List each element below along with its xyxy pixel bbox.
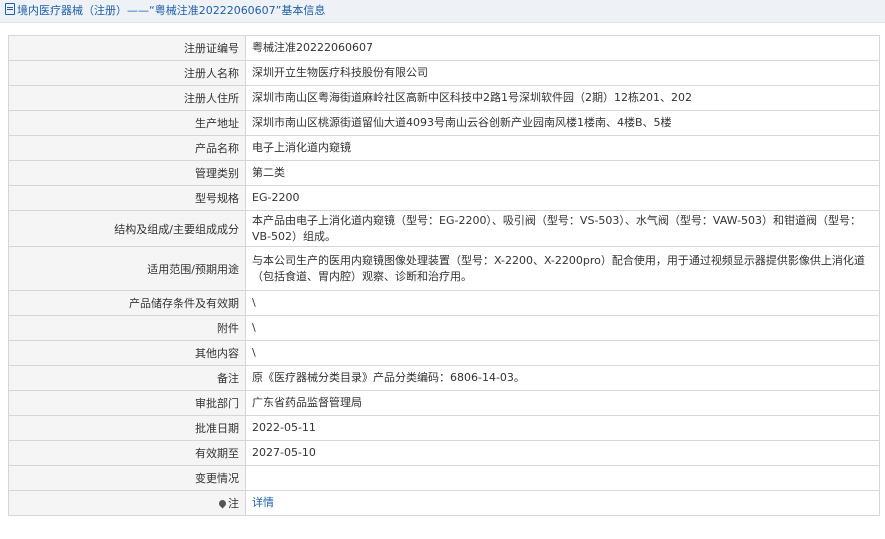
row-value-product-name: 电子上消化道内窥镜 <box>245 135 880 161</box>
row-value-other: \ <box>245 340 880 366</box>
page-header: 境内医疗器械（注册）——“粤械注准20222060607”基本信息 <box>0 0 885 23</box>
row-label-remark: 备注 <box>8 365 246 391</box>
row-value-management-class: 第二类 <box>245 160 880 186</box>
table-row: 注册人住所 深圳市南山区粤海街道麻岭社区高新中区科技中2路1号深圳软件园（2期）… <box>8 85 880 111</box>
row-value-registrant-name: 深圳开立生物医疗科技股份有限公司 <box>245 60 880 86</box>
row-label-note: 注 <box>8 490 246 516</box>
table-row: 注册证编号 粤械注准20222060607 <box>8 35 880 61</box>
row-label-changes: 变更情况 <box>8 465 246 491</box>
row-value-changes <box>245 465 880 491</box>
row-label-attachment: 附件 <box>8 315 246 341</box>
row-label-other: 其他内容 <box>8 340 246 366</box>
pin-icon <box>217 498 228 509</box>
row-label-intended-use: 适用范围/预期用途 <box>8 246 246 291</box>
info-table: 注册证编号 粤械注准20222060607 注册人名称 深圳开立生物医疗科技股份… <box>8 35 880 516</box>
table-row: 生产地址 深圳市南山区桃源街道留仙大道4093号南山云谷创新产业园南风楼1楼南、… <box>8 110 880 136</box>
page-title: 境内医疗器械（注册）——“粤械注准20222060607”基本信息 <box>17 4 326 17</box>
table-row: 注册人名称 深圳开立生物医疗科技股份有限公司 <box>8 60 880 86</box>
row-label-storage: 产品储存条件及有效期 <box>8 290 246 316</box>
document-icon <box>5 3 15 15</box>
row-value-note: 详情 <box>245 490 880 516</box>
table-row: 适用范围/预期用途 与本公司生产的医用内窥镜图像处理装置（型号：X-2200、X… <box>8 246 880 291</box>
row-label-management-class: 管理类别 <box>8 160 246 186</box>
row-label-model-spec: 型号规格 <box>8 185 246 211</box>
table-row: 结构及组成/主要组成成分 本产品由电子上消化道内窥镜（型号：EG-2200）、吸… <box>8 210 880 247</box>
row-value-structure: 本产品由电子上消化道内窥镜（型号：EG-2200）、吸引阀（型号：VS-503）… <box>245 210 880 247</box>
row-value-registration-no: 粤械注准20222060607 <box>245 35 880 61</box>
row-value-storage: \ <box>245 290 880 316</box>
row-value-registrant-address: 深圳市南山区粤海街道麻岭社区高新中区科技中2路1号深圳软件园（2期）12栋201… <box>245 85 880 111</box>
table-row: 管理类别 第二类 <box>8 160 880 186</box>
table-row: 有效期至 2027-05-10 <box>8 440 880 466</box>
row-label-registration-no: 注册证编号 <box>8 35 246 61</box>
table-row: 产品名称 电子上消化道内窥镜 <box>8 135 880 161</box>
row-value-production-address: 深圳市南山区桃源街道留仙大道4093号南山云谷创新产业园南风楼1楼南、4楼B、5… <box>245 110 880 136</box>
table-row: 备注 原《医疗器械分类目录》产品分类编码：6806-14-03。 <box>8 365 880 391</box>
row-label-structure: 结构及组成/主要组成成分 <box>8 210 246 247</box>
detail-link[interactable]: 详情 <box>252 496 274 509</box>
row-label-approval-dept: 审批部门 <box>8 390 246 416</box>
row-label-registrant-address: 注册人住所 <box>8 85 246 111</box>
table-row: 附件 \ <box>8 315 880 341</box>
table-row: 注 详情 <box>8 490 880 516</box>
row-value-approval-dept: 广东省药品监督管理局 <box>245 390 880 416</box>
row-value-valid-until: 2027-05-10 <box>245 440 880 466</box>
table-row: 产品储存条件及有效期 \ <box>8 290 880 316</box>
table-row: 型号规格 EG-2200 <box>8 185 880 211</box>
table-row: 审批部门 广东省药品监督管理局 <box>8 390 880 416</box>
row-value-remark: 原《医疗器械分类目录》产品分类编码：6806-14-03。 <box>245 365 880 391</box>
table-row: 变更情况 <box>8 465 880 491</box>
row-label-approval-date: 批准日期 <box>8 415 246 441</box>
note-label: 注 <box>228 497 239 510</box>
row-value-model-spec: EG-2200 <box>245 185 880 211</box>
table-row: 其他内容 \ <box>8 340 880 366</box>
row-value-intended-use: 与本公司生产的医用内窥镜图像处理装置（型号：X-2200、X-2200pro）配… <box>245 246 880 291</box>
row-label-registrant-name: 注册人名称 <box>8 60 246 86</box>
row-value-approval-date: 2022-05-11 <box>245 415 880 441</box>
row-value-attachment: \ <box>245 315 880 341</box>
row-label-production-address: 生产地址 <box>8 110 246 136</box>
table-row: 批准日期 2022-05-11 <box>8 415 880 441</box>
row-label-product-name: 产品名称 <box>8 135 246 161</box>
row-label-valid-until: 有效期至 <box>8 440 246 466</box>
